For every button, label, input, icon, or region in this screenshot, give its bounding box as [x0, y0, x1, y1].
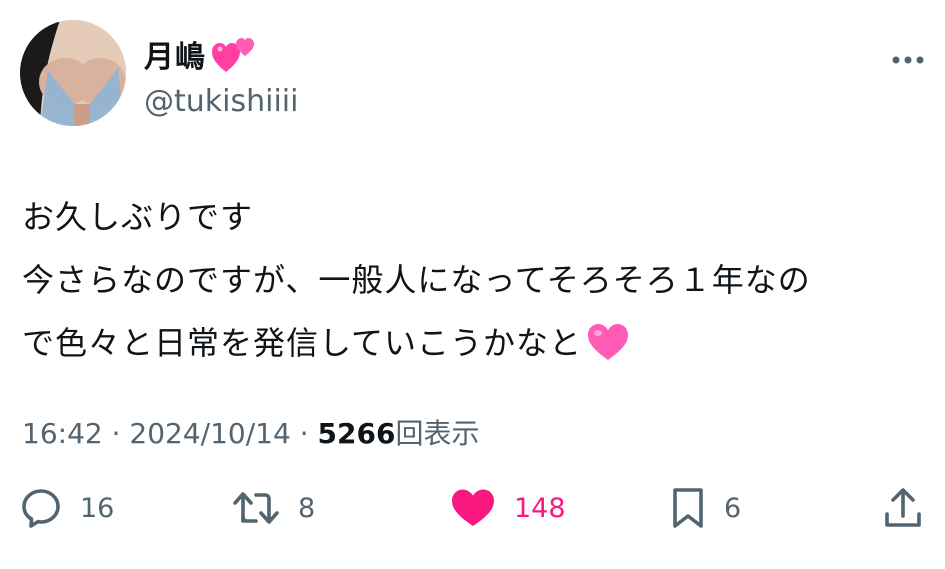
repost-button[interactable]: 8: [232, 486, 315, 530]
share-icon: [885, 488, 921, 527]
heart-icon: [452, 489, 494, 526]
avatar[interactable]: [20, 20, 126, 126]
two-hearts-emoji-icon: [212, 38, 254, 72]
tweet-text-segment: で色々と日常を発信していこうかなと: [22, 324, 583, 362]
like-count: 148: [514, 492, 566, 524]
tweet-text: お久しぶりです 今さらなのですが、一般人になってそろそろ１年なの で色々と日常を…: [22, 186, 922, 375]
share-button[interactable]: [882, 486, 924, 530]
more-options-icon[interactable]: [891, 52, 925, 68]
meta-separator: ·: [290, 417, 318, 450]
pink-heart-emoji-icon: [588, 324, 629, 360]
reply-button[interactable]: 16: [20, 486, 114, 530]
tweet-time[interactable]: 16:42: [22, 417, 103, 450]
tweet-text-line: お久しぶりです: [22, 198, 254, 236]
bookmark-icon: [673, 488, 703, 528]
display-name[interactable]: 月嶋: [144, 32, 206, 76]
author-name-row[interactable]: 月嶋: [144, 32, 258, 76]
like-button[interactable]: 148: [450, 486, 566, 530]
repost-icon: [233, 492, 279, 524]
tweet-text-line: 今さらなのですが、一般人になってそろそろ１年なの: [22, 261, 811, 299]
bookmark-button[interactable]: 6: [670, 486, 741, 530]
tweet-text-line: で色々と日常を発信していこうかなと: [22, 312, 922, 375]
author-handle[interactable]: @tukishiiii: [144, 84, 298, 119]
tweet-meta: 16:42 · 2024/10/14 · 5266回表示: [22, 412, 479, 452]
reply-icon: [22, 489, 60, 528]
views-count[interactable]: 5266: [318, 417, 396, 450]
views-label[interactable]: 回表示: [395, 417, 479, 450]
tweet-actions: 16 8 148 6: [20, 486, 925, 530]
tweet-header: 月嶋 @tukishiiii: [20, 20, 925, 130]
tweet-date[interactable]: 2024/10/14: [129, 417, 290, 450]
repost-count: 8: [298, 492, 316, 524]
bookmark-count: 6: [724, 492, 742, 524]
reply-count: 16: [80, 492, 115, 524]
meta-separator: ·: [102, 417, 130, 450]
